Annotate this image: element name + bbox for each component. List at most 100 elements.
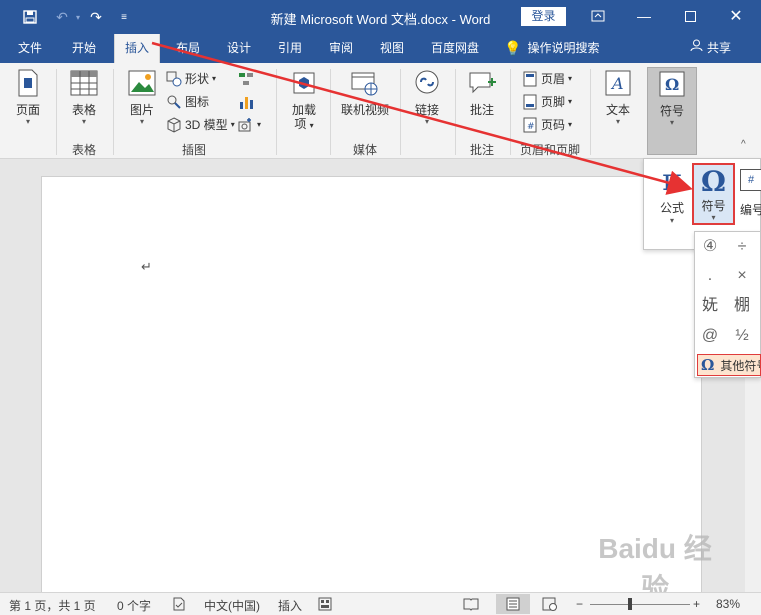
chart-button[interactable] bbox=[238, 92, 254, 112]
customize-quick-access-icon[interactable]: ≡ bbox=[114, 7, 134, 27]
numbering-label: 编号 bbox=[740, 203, 761, 217]
lightbulb-icon: 💡 bbox=[504, 40, 522, 56]
screenshot-button[interactable]: ▾ bbox=[238, 115, 261, 135]
tell-me-search[interactable]: 💡 操作说明搜索 bbox=[504, 34, 620, 63]
picture-button[interactable]: 图片 ▾ bbox=[122, 67, 162, 127]
page-number-button[interactable]: # 页码 ▾ bbox=[522, 115, 572, 135]
zoom-level[interactable]: 83% bbox=[716, 597, 740, 611]
text-button[interactable]: A 文本 ▾ bbox=[598, 67, 638, 127]
chevron-down-icon: ▾ bbox=[568, 97, 573, 106]
addins-label-line2-text: 项 bbox=[294, 117, 307, 131]
document-page[interactable]: ↵ bbox=[41, 176, 702, 596]
link-button[interactable]: 链接 ▾ bbox=[407, 67, 447, 127]
zoom-out-button[interactable]: − bbox=[576, 597, 583, 611]
symbol-cell[interactable]: ½ bbox=[727, 321, 757, 351]
undo-dropdown-icon[interactable]: ▾ bbox=[68, 7, 88, 27]
close-icon[interactable]: ✕ bbox=[721, 5, 751, 27]
insert-mode-status[interactable]: 插入 bbox=[278, 597, 302, 614]
footer-icon bbox=[522, 94, 538, 110]
tab-home[interactable]: 开始 bbox=[62, 34, 106, 63]
tab-design[interactable]: 设计 bbox=[217, 34, 261, 63]
footer-button[interactable]: 页脚 ▾ bbox=[522, 92, 572, 112]
document-title-text: 新建 Microsoft Word 文档.docx - Word bbox=[270, 12, 491, 27]
chevron-down-icon: ▾ bbox=[711, 213, 716, 222]
tab-layout[interactable]: 布局 bbox=[166, 34, 210, 63]
symbol-cell[interactable]: 妩 bbox=[695, 291, 725, 321]
3d-models-button[interactable]: 3D 模型 ▾ bbox=[166, 115, 235, 135]
smartart-button[interactable] bbox=[238, 69, 254, 89]
equation-button[interactable]: π 公式 ▾ bbox=[652, 163, 692, 233]
symbols-label: 符号 bbox=[659, 104, 684, 118]
chevron-down-icon: ▾ bbox=[257, 120, 262, 129]
ribbon-tab-bar: 文件 开始 插入 布局 设计 引用 审阅 视图 百度网盘 💡 操作说明搜索 共享 bbox=[0, 34, 761, 63]
icons-button[interactable]: 图标 bbox=[166, 92, 209, 112]
svg-text:A: A bbox=[610, 74, 624, 93]
symbol-cell[interactable]: × bbox=[727, 261, 757, 291]
tell-me-label: 操作说明搜索 bbox=[527, 41, 600, 55]
proofing-icon[interactable] bbox=[172, 597, 186, 614]
tab-review[interactable]: 审阅 bbox=[319, 34, 363, 63]
new-comment-button[interactable]: 批注 bbox=[462, 67, 502, 117]
macro-recording-icon[interactable] bbox=[318, 597, 332, 614]
table-label: 表格 bbox=[71, 103, 96, 117]
equation-label: 公式 bbox=[659, 201, 684, 215]
tab-file[interactable]: 文件 bbox=[8, 34, 52, 63]
tab-insert[interactable]: 插入 bbox=[114, 34, 160, 63]
minimize-icon[interactable]: — bbox=[629, 5, 659, 27]
picture-icon bbox=[126, 67, 158, 99]
web-layout-icon[interactable] bbox=[542, 597, 558, 614]
redo-icon[interactable]: ↷ bbox=[86, 7, 106, 27]
pages-button[interactable]: 页面 ▾ bbox=[8, 67, 48, 127]
login-button[interactable]: 登录 bbox=[521, 7, 566, 26]
chevron-down-icon: ▾ bbox=[669, 118, 674, 127]
tab-view[interactable]: 视图 bbox=[370, 34, 414, 63]
text-box-icon: A bbox=[602, 67, 634, 99]
smartart-icon bbox=[238, 71, 254, 87]
collapse-ribbon-icon[interactable]: ^ bbox=[741, 139, 746, 150]
share-label: 共享 bbox=[707, 41, 732, 55]
online-video-button[interactable]: 联机视频 bbox=[336, 67, 394, 117]
tab-references[interactable]: 引用 bbox=[268, 34, 312, 63]
pages-label: 页面 bbox=[15, 103, 40, 117]
read-mode-icon[interactable] bbox=[463, 597, 479, 614]
symbol-cell[interactable]: ④ bbox=[695, 232, 725, 262]
addins-button[interactable]: 加载 项 ▾ bbox=[284, 67, 324, 133]
word-count-status[interactable]: 0 个字 bbox=[117, 597, 151, 614]
more-symbols-button[interactable]: Ω 其他符号 bbox=[697, 354, 761, 376]
symbols-button[interactable]: Ω 符号 ▾ bbox=[647, 67, 697, 155]
svg-text:#: # bbox=[527, 122, 535, 132]
symbol-cell[interactable]: . bbox=[695, 261, 725, 291]
page-number-label: 页码 bbox=[541, 118, 566, 132]
person-icon bbox=[690, 34, 703, 63]
symbol-cell[interactable]: @ bbox=[695, 321, 725, 351]
group-divider bbox=[276, 69, 277, 155]
header-button[interactable]: 页眉 ▾ bbox=[522, 69, 572, 89]
pi-icon: π bbox=[662, 163, 682, 198]
shapes-button[interactable]: 形状 ▾ bbox=[166, 69, 216, 89]
link-label: 链接 bbox=[414, 103, 439, 117]
chevron-down-icon: ▾ bbox=[212, 74, 217, 83]
zoom-slider-thumb[interactable] bbox=[628, 598, 632, 610]
tab-baidu-netdisk[interactable]: 百度网盘 bbox=[422, 34, 488, 63]
video-icon bbox=[349, 67, 381, 99]
numbering-button[interactable]: # 编号 bbox=[740, 163, 761, 225]
symbol-cell[interactable]: ÷ bbox=[727, 232, 757, 262]
ribbon-insert: 页面 ▾ 表格 ▾ 表格 图片 ▾ 形状 ▾ 图标 3D 模型 ▾ ▾ 插图 加… bbox=[0, 63, 761, 159]
symbol-cell[interactable]: 棚 bbox=[727, 291, 757, 321]
ribbon-display-options-icon[interactable] bbox=[583, 5, 613, 27]
group-divider bbox=[56, 69, 57, 155]
save-icon[interactable] bbox=[20, 7, 40, 27]
print-layout-icon[interactable] bbox=[496, 594, 530, 614]
picture-label: 图片 bbox=[129, 103, 154, 117]
text-label: 文本 bbox=[605, 103, 630, 117]
maximize-icon[interactable] bbox=[675, 5, 705, 27]
share-button[interactable]: 共享 bbox=[690, 34, 740, 63]
page-count-status[interactable]: 第 1 页，共 1 页 bbox=[9, 597, 96, 614]
language-status[interactable]: 中文(中国) bbox=[204, 597, 260, 614]
zoom-in-button[interactable]: + bbox=[693, 597, 700, 611]
addins-label-line1: 加载 bbox=[291, 103, 316, 117]
symbol-button[interactable]: Ω 符号 ▾ bbox=[692, 163, 735, 225]
group-divider bbox=[455, 69, 456, 155]
table-button[interactable]: 表格 ▾ bbox=[64, 67, 104, 127]
zoom-slider-track[interactable] bbox=[590, 604, 690, 605]
